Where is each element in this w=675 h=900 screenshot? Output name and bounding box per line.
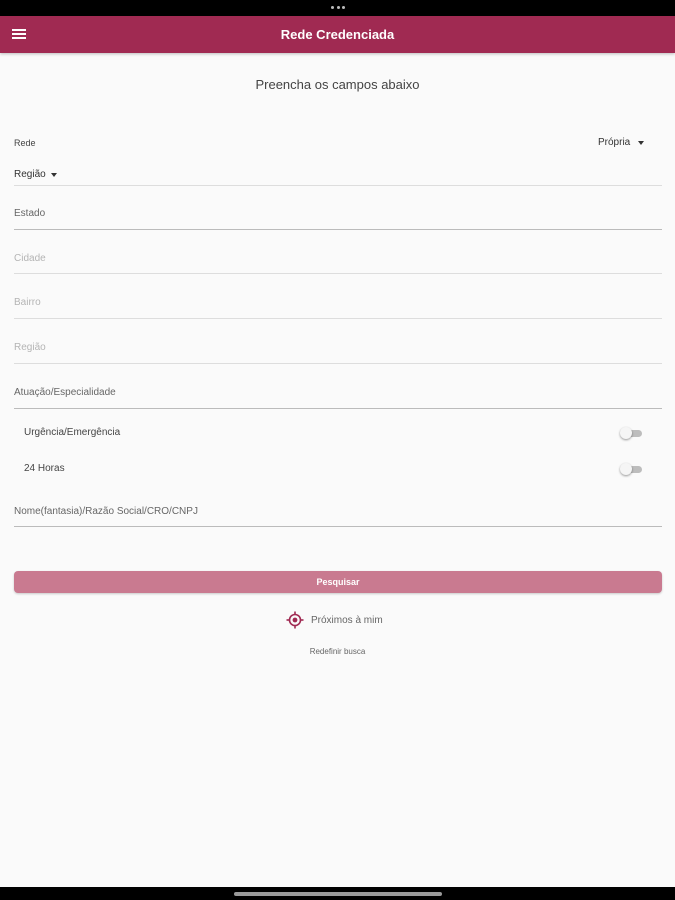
atuacao-placeholder: Atuação/Especialidade [14,387,116,398]
bairro-placeholder: Bairro [14,297,41,308]
caret-down-icon [50,172,57,177]
estado-underline [14,229,662,230]
more-dots-icon [331,6,345,10]
atuacao-underline [14,408,662,409]
atuacao-especialidade-field[interactable]: Atuação/Especialidade [14,373,662,417]
home-indicator[interactable] [234,892,442,896]
urgencia-emergencia-toggle[interactable] [620,426,644,440]
form-instructions: Preencha os campos abaixo [255,77,420,92]
app-bar: Rede Credenciada [0,16,675,53]
bairro-underline [14,318,662,319]
toggle-thumb [620,463,632,475]
estado-placeholder: Estado [14,208,46,219]
24-horas-toggle[interactable] [620,462,644,476]
location-target-icon [286,611,304,629]
regiao-dropdown-value: Região [14,169,46,180]
bairro-field: Bairro [14,283,662,327]
cidade-placeholder: Cidade [14,253,46,264]
app-screen: Rede Credenciada Preencha os campos abai… [0,16,675,887]
caret-down-icon [638,140,645,145]
24-horas-label: 24 Horas [24,463,65,474]
rede-dropdown[interactable]: Própria [598,137,645,148]
urgencia-emergencia-label: Urgência/Emergência [24,427,121,438]
near-me-button[interactable]: Próximos à mim [286,611,383,629]
nome-razao-social-field[interactable]: Nome(fantasia)/Razão Social/CRO/CNPJ [14,492,662,536]
cidade-field: Cidade [14,238,662,282]
urgencia-emergencia-row: Urgência/Emergência [24,424,644,444]
nome-underline [14,526,662,527]
regiao-field: Região [14,328,662,372]
search-button[interactable]: Pesquisar [14,571,662,593]
toggle-thumb [620,427,632,439]
regiao-dropdown[interactable]: Região [14,169,57,180]
cidade-underline [14,273,662,274]
status-bar [0,0,675,16]
near-me-label: Próximos à mim [311,614,383,626]
rede-label: Rede [14,138,36,148]
estado-field[interactable]: Estado [14,194,662,238]
nome-razao-social-placeholder: Nome(fantasia)/Razão Social/CRO/CNPJ [14,506,198,517]
regiao-underline [14,363,662,364]
regiao-placeholder: Região [14,342,46,353]
bottom-bar [0,887,675,900]
reset-search-link[interactable]: Redefinir busca [0,647,675,656]
divider [14,185,662,186]
rede-selected-value: Própria [598,137,631,148]
page-title: Rede Credenciada [280,27,395,42]
24-horas-row: 24 Horas [24,460,644,480]
